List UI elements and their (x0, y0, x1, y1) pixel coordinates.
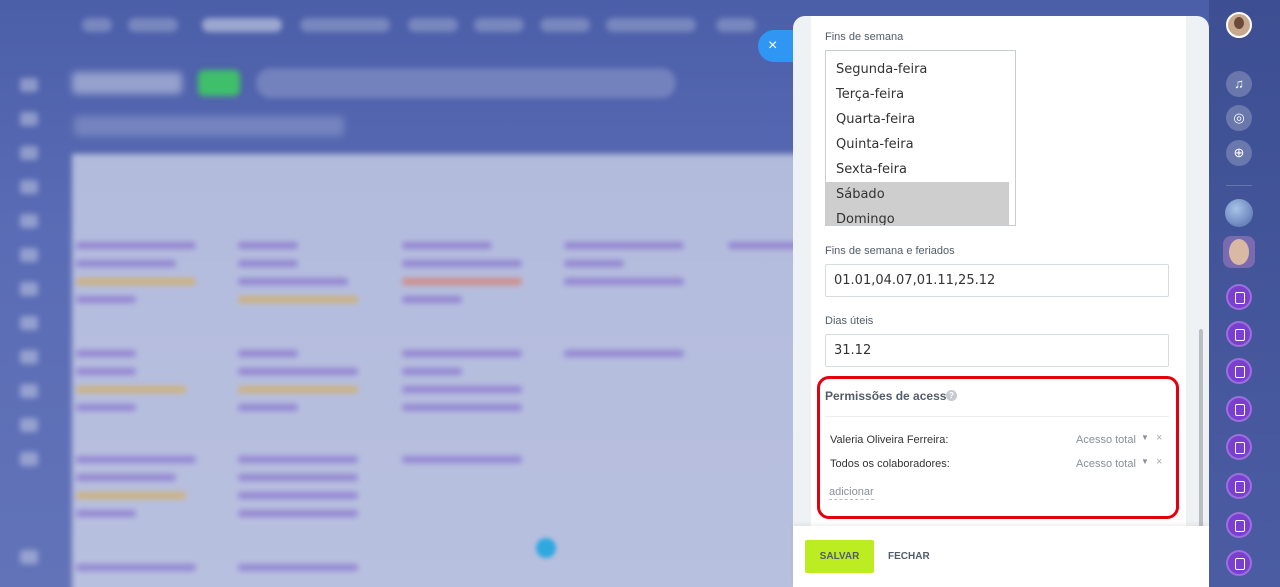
chat-icon[interactable] (1226, 284, 1252, 310)
contact-avatar[interactable] (1223, 236, 1255, 268)
chat-icon[interactable] (1226, 358, 1252, 384)
background-title (72, 72, 182, 94)
permissions-highlight-box (817, 376, 1179, 519)
weekday-option-selected[interactable]: Domingo (826, 207, 1009, 225)
weekday-option[interactable]: Quinta-feira (826, 132, 1009, 157)
workdays-field[interactable]: 31.12 (825, 334, 1169, 367)
group-chat-avatar[interactable] (1225, 199, 1253, 227)
background-top-nav (0, 0, 800, 50)
scrollbar-thumb[interactable] (1199, 329, 1203, 529)
chat-icon[interactable] (1226, 321, 1252, 347)
chat-icon[interactable] (1226, 434, 1252, 460)
weekday-option[interactable]: Quarta-feira (826, 107, 1009, 132)
holidays-label: Fins de semana e feriados (825, 245, 955, 257)
sidebar-divider (1226, 185, 1252, 186)
chat-icon[interactable] (1226, 396, 1252, 422)
right-sidebar: ♫ ◎ ⊕ (1209, 0, 1280, 587)
background-search (256, 68, 676, 98)
close-icon: × (768, 37, 778, 54)
slider-footer: SALVAR FECHAR (793, 526, 1209, 587)
weekday-option-selected[interactable]: Sábado (826, 182, 1009, 207)
chat-icon[interactable] (1226, 550, 1252, 576)
copilot-icon[interactable]: ◎ (1226, 105, 1252, 131)
background-today-badge (536, 538, 556, 558)
weekday-option[interactable]: Sexta-feira (826, 157, 1009, 182)
weekends-label: Fins de semana (825, 31, 904, 43)
workdays-label: Dias úteis (825, 315, 874, 327)
weekday-option[interactable]: Terça-feira (826, 82, 1009, 107)
chat-icon[interactable] (1226, 512, 1252, 538)
weekday-option[interactable]: Segunda-feira (826, 57, 1009, 82)
holidays-field[interactable]: 01.01,04.07,01.11,25.12 (825, 264, 1169, 297)
close-button[interactable]: FECHAR (888, 540, 930, 573)
save-button[interactable]: SALVAR (805, 540, 874, 573)
search-chat-icon[interactable]: ⊕ (1226, 140, 1252, 166)
background-left-bar (0, 50, 60, 587)
chat-icon[interactable] (1226, 473, 1252, 499)
weekends-multiselect[interactable]: Segunda-feira Terça-feira Quarta-feira Q… (825, 50, 1016, 226)
background-calendar-grid (72, 154, 812, 587)
user-avatar[interactable] (1226, 12, 1252, 38)
bell-icon[interactable]: ♫ (1226, 71, 1252, 97)
background-filters (74, 116, 344, 136)
background-add-button (198, 70, 240, 96)
